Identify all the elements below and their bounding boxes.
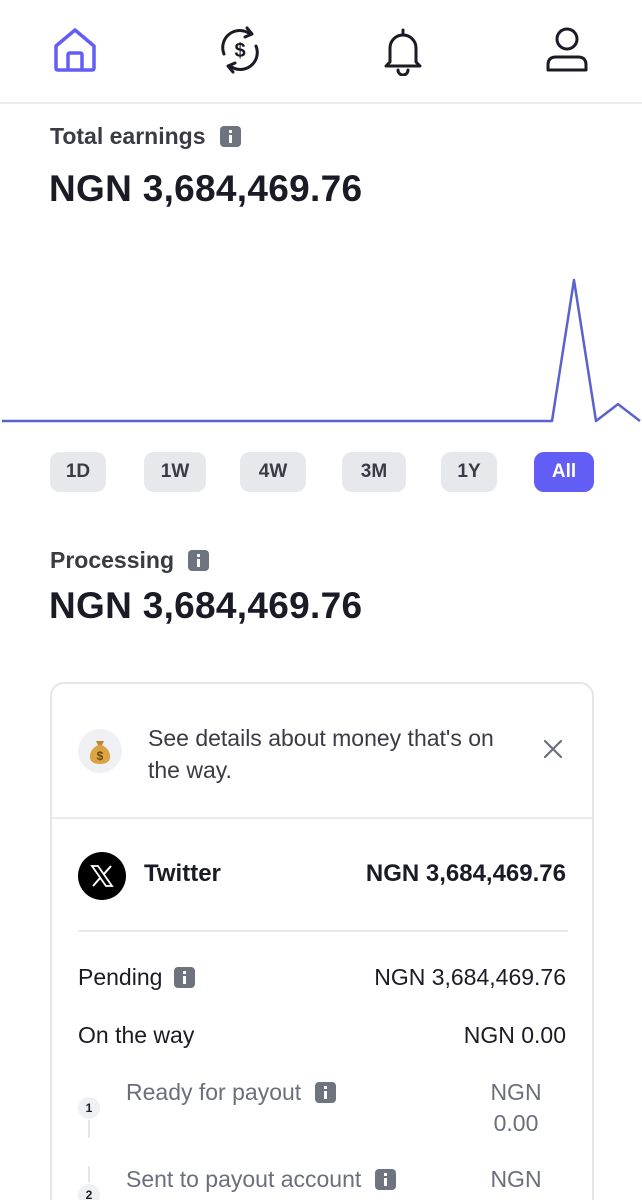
home-icon[interactable] — [47, 22, 103, 78]
platform-name: Twitter — [144, 860, 221, 887]
range-button-4w[interactable]: 4W — [240, 452, 306, 492]
total-earnings-amount: NGN 3,684,469.76 — [49, 168, 363, 209]
step-connector — [88, 1166, 90, 1182]
step-connector — [88, 1120, 90, 1138]
step-sent-to-payout-account: Sent to payout account — [126, 1166, 397, 1193]
time-range-selector: 1D 1W 4W 3M 1Y All — [50, 452, 595, 492]
svg-text:$: $ — [97, 749, 104, 763]
top-navigation: $ — [0, 0, 642, 104]
on-the-way-value: NGN 0.00 — [463, 1022, 566, 1048]
on-the-way-label-text: On the way — [78, 1022, 195, 1048]
step-number-2: 2 — [78, 1184, 100, 1200]
info-icon[interactable] — [188, 550, 209, 571]
range-button-1y[interactable]: 1Y — [441, 452, 497, 492]
divider — [78, 930, 568, 932]
range-button-all[interactable]: All — [534, 452, 594, 492]
profile-icon[interactable] — [539, 22, 595, 78]
info-icon[interactable] — [375, 1169, 397, 1190]
range-button-1w[interactable]: 1W — [144, 452, 206, 492]
range-button-1d[interactable]: 1D — [50, 452, 106, 492]
step-ready-for-payout: Ready for payout — [126, 1079, 337, 1106]
pending-label: Pending — [78, 964, 196, 991]
svg-text:$: $ — [234, 40, 245, 62]
banner-message: See details about money that's on the wa… — [148, 725, 494, 783]
processing-amount: NGN 3,684,469.76 — [49, 585, 363, 626]
money-bag-icon: $ — [78, 729, 122, 773]
step-label-text: Sent to payout account — [126, 1166, 362, 1192]
currency-exchange-icon[interactable]: $ — [212, 22, 268, 78]
platform-amount: NGN 3,684,469.76 — [365, 860, 566, 887]
step-sent-to-payout-account-value: NGN — [490, 1166, 542, 1192]
info-icon[interactable] — [315, 1082, 337, 1103]
x-logo-icon — [78, 852, 126, 900]
processing-details-card: $ See details about money that's on the … — [50, 682, 594, 1200]
processing-label: Processing — [50, 547, 209, 574]
on-the-way-label: On the way — [78, 1022, 194, 1049]
info-icon[interactable] — [219, 126, 241, 147]
close-icon[interactable] — [540, 736, 566, 762]
processing-label-text: Processing — [50, 547, 174, 573]
pending-value: NGN 3,684,469.76 — [374, 964, 566, 990]
bell-icon[interactable] — [375, 22, 431, 78]
step-label-text: Ready for payout — [126, 1079, 302, 1105]
step-number-1: 1 — [78, 1097, 100, 1119]
info-icon[interactable] — [174, 967, 196, 988]
step-ready-for-payout-value: NGN 0.00 — [490, 1079, 542, 1136]
total-earnings-label: Total earnings — [50, 123, 241, 150]
range-button-3m[interactable]: 3M — [342, 452, 406, 492]
earnings-series-line — [2, 278, 641, 423]
info-banner: $ See details about money that's on the … — [52, 684, 592, 819]
earnings-chart — [2, 278, 641, 423]
pending-label-text: Pending — [78, 964, 163, 990]
total-earnings-label-text: Total earnings — [50, 123, 206, 149]
